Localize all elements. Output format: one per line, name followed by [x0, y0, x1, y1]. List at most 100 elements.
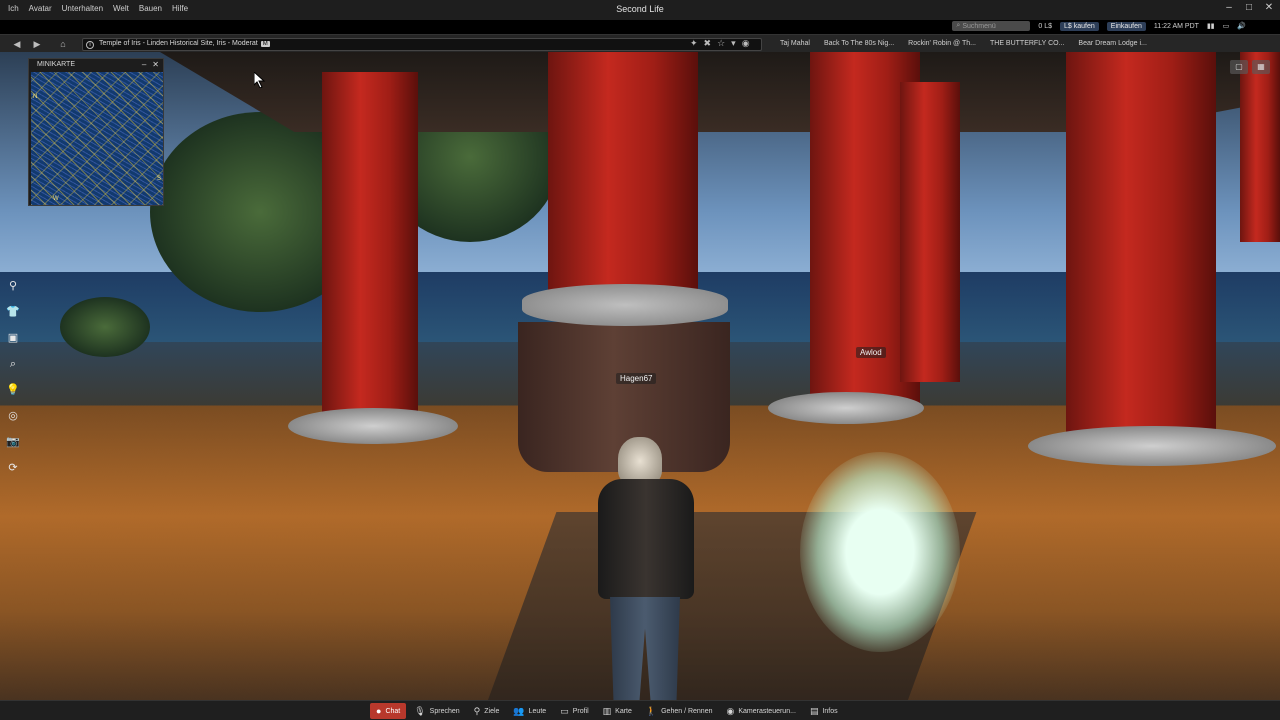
compass-n: N — [33, 94, 38, 100]
search-menu-input[interactable]: ⌕ Suchmenü — [952, 21, 1031, 31]
location-icons: ✦ ✖ ☆ ▾ ◉ — [690, 38, 750, 49]
chat-icon: ● — [376, 706, 382, 716]
left-toolbar: ⚲ 👕 ▣ ⌕ 💡 ◎ 📷 ⟳ — [0, 276, 26, 478]
camera-controls-button[interactable]: ◉ Kamerasteuerun... — [720, 703, 801, 719]
window-controls: – □ ✕ — [1224, 2, 1274, 13]
media-icon[interactable]: ▮▮ — [1207, 22, 1215, 30]
location-text: Temple of Iris - Linden Historical Site,… — [99, 40, 258, 47]
world-view[interactable]: Hagen67 Awlod — [0, 52, 1280, 700]
avatar-legs — [610, 597, 680, 700]
scripts-icon: ✦ — [690, 38, 698, 48]
info-icon: ▤ — [809, 705, 819, 716]
bottom-toolbar: ● Chat 🎙 Sprechen ⚲ Ziele 👥 Leute ▭ Profil ▥ K… — [0, 700, 1280, 720]
red-pillar — [1066, 52, 1216, 452]
walk-icon[interactable]: ⚲ — [3, 276, 23, 296]
pin-location-icon[interactable]: ◉ — [742, 38, 750, 49]
menu-unterhalten[interactable]: Unterhalten — [60, 4, 111, 13]
menu-hilfe[interactable]: Hilfe — [170, 4, 196, 13]
radar-icon[interactable]: ◎ — [3, 406, 23, 426]
pin-icon: ⚲ — [473, 705, 481, 716]
maximize-button[interactable]: □ — [1244, 2, 1254, 13]
volume-icon[interactable]: 🔊 — [1237, 22, 1246, 30]
walk-icon: 🚶 — [645, 705, 658, 716]
red-pillar — [900, 82, 960, 382]
image-icon[interactable]: ▦ — [1252, 60, 1270, 74]
lightbulb-icon[interactable]: 💡 — [3, 380, 23, 400]
destinations-button[interactable]: ⚲ Ziele — [468, 703, 506, 719]
menu-avatar[interactable]: Avatar — [27, 4, 60, 13]
camera-icon: ◉ — [726, 705, 735, 716]
favorite-item[interactable]: Taj Mahal — [780, 40, 810, 47]
pillar-base — [1028, 426, 1276, 466]
back-icon[interactable]: ◀ — [10, 38, 24, 50]
favorite-item[interactable]: Bear Dream Lodge i... — [1078, 40, 1146, 47]
bush — [60, 297, 150, 357]
info-button[interactable]: ▤ Infos — [804, 703, 844, 719]
avatar-torso — [598, 479, 694, 599]
inventory-icon[interactable]: ▣ — [3, 328, 23, 348]
speak-button[interactable]: 🎙 Sprechen — [408, 703, 465, 719]
close-button[interactable]: ✕ — [1264, 2, 1274, 13]
compass-w: W — [53, 196, 59, 202]
favorite-item[interactable]: Back To The 80s Nig... — [824, 40, 894, 47]
glowing-orb — [800, 452, 960, 652]
snapshot-icon[interactable]: 📷 — [3, 432, 23, 452]
shop-button[interactable]: Einkaufen — [1106, 21, 1146, 31]
stream-icon[interactable]: ▭ — [1223, 22, 1230, 30]
player-avatar[interactable] — [590, 437, 700, 700]
history-icon[interactable]: ⟳ — [3, 458, 23, 478]
mic-icon: 🎙 — [414, 705, 426, 716]
search-icon[interactable]: ⌕ — [3, 354, 23, 374]
info-icon[interactable]: i — [86, 41, 94, 49]
search-icon: ⌕ — [956, 22, 961, 29]
pillar-base — [768, 392, 924, 424]
clock: 11:22 AM PDT — [1153, 22, 1199, 30]
maturity-badge: M — [260, 41, 270, 47]
profile-icon: ▭ — [560, 705, 569, 716]
menu-ich[interactable]: Ich — [6, 4, 27, 13]
no-push-icon: ✖ — [703, 38, 712, 48]
favorite-star-icon[interactable]: ☆ — [717, 38, 725, 49]
favorites-bar: Taj Mahal Back To The 80s Nig... Rockin'… — [780, 40, 1147, 47]
title-bar: Second Life Ich Avatar Unterhalten Welt … — [0, 0, 1280, 20]
favorite-item[interactable]: THE BUTTERFLY CO... — [990, 40, 1064, 47]
favorite-item[interactable]: Rockin' Robin @ Th... — [908, 40, 976, 47]
status-row: ⌕ Suchmenü 0 L$ L$ kaufen Einkaufen 11:2… — [952, 20, 1246, 32]
red-pillar — [548, 52, 698, 292]
walk-run-button[interactable]: 🚶 Gehen / Rennen — [640, 703, 719, 719]
menu-bar: Ich Avatar Unterhalten Welt Bauen Hilfe — [6, 4, 196, 13]
minimap-panel[interactable]: MINIKARTE – ✕ N S W — [28, 58, 164, 206]
red-pillar — [1240, 52, 1280, 242]
people-button[interactable]: 👥 Leute — [507, 703, 552, 719]
minimize-icon[interactable]: – — [142, 60, 146, 69]
minimap-map[interactable]: N S W — [31, 72, 163, 205]
forward-icon[interactable]: ▶ — [30, 38, 44, 50]
right-toolbar: ▢ ▦ — [1230, 60, 1270, 74]
pedestal-cap — [522, 284, 728, 326]
appearance-icon[interactable]: 👕 — [3, 302, 23, 322]
close-icon[interactable]: ✕ — [152, 60, 159, 69]
search-placeholder: Suchmenü — [962, 22, 996, 30]
minimize-button[interactable]: – — [1224, 2, 1234, 13]
nametag-hagen[interactable]: Hagen67 — [616, 373, 657, 384]
menu-bauen[interactable]: Bauen — [137, 4, 170, 13]
balance: 0 L$ — [1038, 22, 1053, 30]
nametag-awlod[interactable]: Awlod — [856, 347, 886, 358]
red-pillar — [322, 72, 418, 422]
profile-button[interactable]: ▭ Profil — [554, 703, 594, 719]
map-icon: ▥ — [602, 705, 612, 716]
map-button[interactable]: ▥ Karte — [597, 703, 638, 719]
menu-welt[interactable]: Welt — [111, 4, 137, 13]
navigation-bar: ◀ ▶ ⌂ i Temple of Iris - Linden Historic… — [0, 34, 1280, 52]
minimap-controls: – ✕ — [142, 60, 159, 69]
people-icon: 👥 — [513, 705, 525, 716]
chat-button[interactable]: ● Chat — [370, 703, 407, 719]
location-field[interactable]: i Temple of Iris - Linden Historical Sit… — [82, 38, 762, 51]
buy-currency-button[interactable]: L$ kaufen — [1060, 21, 1099, 31]
compass-s: S — [157, 176, 162, 182]
cube-icon[interactable]: ▢ — [1230, 60, 1248, 74]
pillar-base — [288, 408, 458, 444]
dropdown-icon[interactable]: ▾ — [731, 38, 736, 49]
home-icon[interactable]: ⌂ — [56, 38, 70, 50]
avatar-hair — [618, 437, 662, 485]
